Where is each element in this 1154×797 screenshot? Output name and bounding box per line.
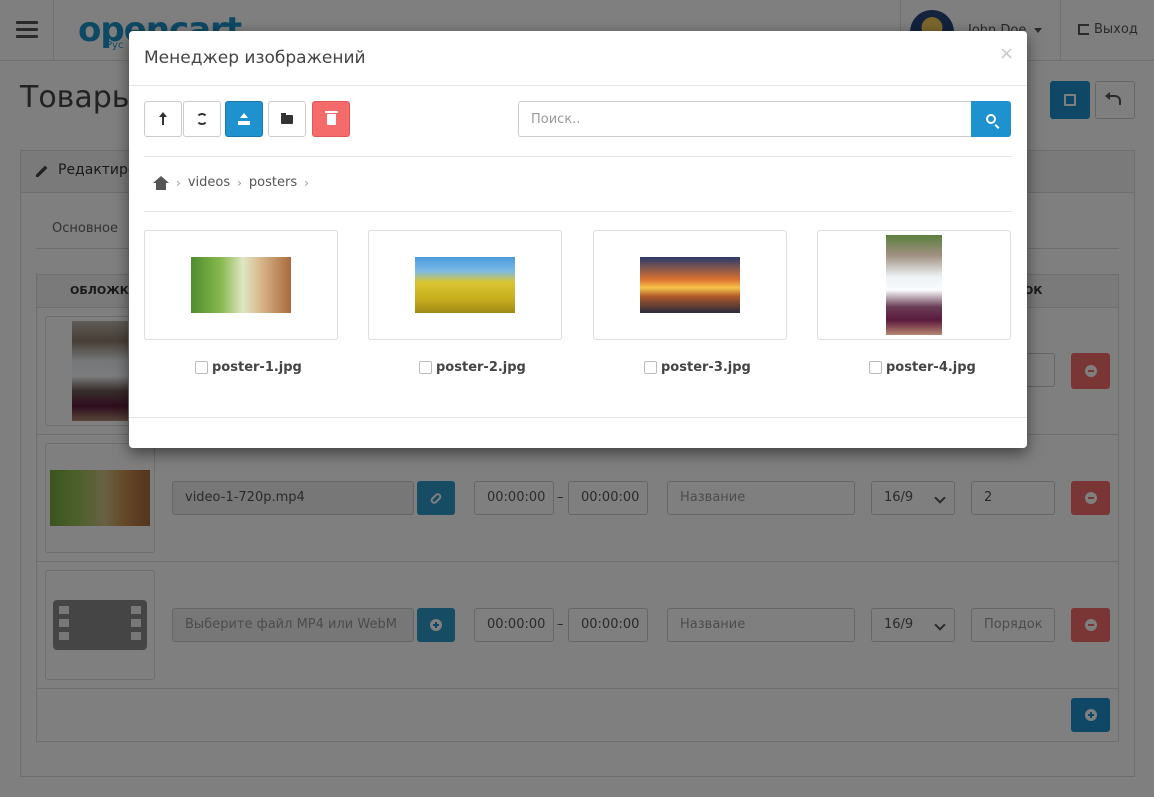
image-checkbox[interactable] (419, 361, 432, 374)
image-checkbox[interactable] (869, 361, 882, 374)
image-select-label[interactable]: poster-1.jpg (195, 360, 302, 375)
breadcrumb-separator: › (304, 175, 309, 190)
trash-icon (324, 110, 338, 125)
folder-icon (281, 112, 293, 124)
poster-image (191, 257, 291, 313)
poster-image (415, 257, 515, 313)
poster-image (640, 257, 740, 313)
search-button[interactable] (971, 101, 1011, 137)
image-thumbnail[interactable] (144, 230, 338, 340)
image-filename: poster-1.jpg (212, 360, 302, 375)
image-checkbox[interactable] (644, 361, 657, 374)
image-thumbnail[interactable] (368, 230, 562, 340)
breadcrumb-separator: › (237, 175, 242, 190)
image-thumbnail[interactable] (593, 230, 787, 340)
new-folder-button[interactable] (268, 101, 306, 137)
image-filename: poster-4.jpg (886, 360, 976, 375)
refresh-icon (196, 113, 208, 125)
parent-folder-button[interactable] (144, 101, 182, 137)
search-icon (986, 114, 996, 124)
breadcrumb-videos[interactable]: videos (188, 175, 230, 190)
image-manager-modal: Менеджер изображений × › videos › poster… (129, 31, 1027, 448)
search-input[interactable] (518, 101, 971, 137)
image-thumbnail[interactable] (817, 230, 1011, 340)
upload-button[interactable] (225, 101, 263, 137)
image-select-label[interactable]: poster-2.jpg (419, 360, 526, 375)
image-filename: poster-3.jpg (661, 360, 751, 375)
image-filename: poster-2.jpg (436, 360, 526, 375)
delete-button[interactable] (312, 101, 350, 137)
refresh-button[interactable] (183, 101, 221, 137)
image-select-label[interactable]: poster-3.jpg (644, 360, 751, 375)
breadcrumb: › videos › posters › (153, 175, 316, 190)
breadcrumb-divider (144, 211, 1012, 212)
image-checkbox[interactable] (195, 361, 208, 374)
upload-icon (238, 113, 250, 125)
breadcrumb-posters[interactable]: posters (249, 175, 297, 190)
modal-title: Менеджер изображений (144, 48, 366, 68)
level-up-icon (159, 111, 167, 125)
poster-image (886, 235, 942, 335)
breadcrumb-separator: › (176, 175, 181, 190)
toolbar-divider (144, 156, 1012, 157)
modal-footer-divider (129, 417, 1027, 418)
image-select-label[interactable]: poster-4.jpg (869, 360, 976, 375)
close-button[interactable]: × (999, 43, 1014, 64)
home-icon[interactable] (153, 175, 169, 190)
